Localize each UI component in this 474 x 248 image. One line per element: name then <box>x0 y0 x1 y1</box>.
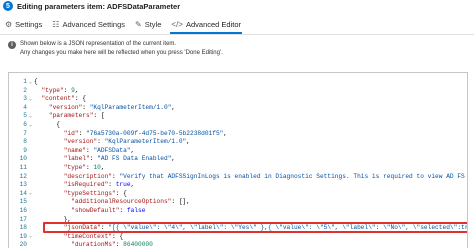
line-number: 13 <box>19 181 27 189</box>
sliders-icon: ☷ <box>52 19 60 29</box>
info-icon: i <box>8 41 16 49</box>
tab-bar: ⚙ Settings ☷ Advanced Settings ✎ Style <… <box>0 14 474 34</box>
tab-advanced-settings[interactable]: ☷ Advanced Settings <box>47 15 130 33</box>
line-number: 6 <box>23 121 27 128</box>
line-number: 20 <box>19 241 27 248</box>
code-text: "isRequired": true, <box>63 181 135 189</box>
tab-settings[interactable]: ⚙ Settings <box>0 15 47 33</box>
line-number: 14 <box>19 189 27 197</box>
code-text: "label": "AD FS Data Enabled", <box>63 155 176 163</box>
info-message: i Shown below is a JSON representation o… <box>8 40 468 64</box>
code-text: "name": "ADFSData", <box>63 146 135 154</box>
line-number: 7 <box>23 129 27 137</box>
code-text: "type": 10, <box>63 164 105 171</box>
line-number: 3 <box>23 95 27 103</box>
code-text: "showDefault": false <box>71 207 146 214</box>
code-text: "id": "76a5730a-009f-4d75-be70-5b2238d01… <box>63 129 228 137</box>
code-text: "content": { <box>41 95 86 103</box>
tab-divider <box>0 34 474 35</box>
fold-chevron-icon[interactable]: ⌄ <box>27 79 34 85</box>
line-number: 4 <box>23 103 27 111</box>
code-text: "type": 9, <box>41 86 79 94</box>
gear-icon: ⚙ <box>5 19 13 29</box>
line-number: 8 <box>23 138 27 146</box>
info-line-2: Any changes you make here will be reflec… <box>20 49 223 56</box>
step-badge: 5 <box>3 1 13 11</box>
code-text: "durationMs": 86400000 <box>71 241 153 248</box>
fold-chevron-icon[interactable]: ⌄ <box>27 233 34 239</box>
code-icon: </> <box>171 19 183 29</box>
fold-chevron-icon[interactable]: ⌄ <box>27 96 34 102</box>
title-bar: 5 Editing parameters item: ADFSDataParam… <box>0 0 474 12</box>
line-number: 9 <box>23 146 27 154</box>
tab-label: Advanced Settings <box>62 19 125 29</box>
code-text: { <box>34 121 60 128</box>
fold-chevron-icon[interactable]: ⌄ <box>27 190 34 196</box>
code-text: "jsonData": "[{ \"value\": \"4\", \"labe… <box>63 224 468 232</box>
tab-advanced-editor[interactable]: </> Advanced Editor <box>166 15 246 34</box>
code-text: }, <box>34 215 72 223</box>
code-text: "typeSettings": { <box>63 189 127 197</box>
tab-label: Advanced Editor <box>185 19 242 29</box>
brush-icon: ✎ <box>135 19 142 29</box>
code-text: "timeContext": { <box>63 232 124 240</box>
fold-chevron-icon[interactable]: ⌄ <box>27 122 34 128</box>
line-number: 15 <box>19 198 27 206</box>
line-number: 19 <box>19 232 27 240</box>
line-number: 10 <box>19 155 27 163</box>
line-number: 11 <box>19 164 27 171</box>
info-line-1: Shown below is a JSON representation of … <box>20 41 177 47</box>
code-text: "additionalResourceOptions": [], <box>71 198 190 206</box>
line-number: 12 <box>19 172 27 180</box>
tab-label: Settings <box>15 19 43 29</box>
code-text: "version": "KqlParameterItem/1.0", <box>63 138 190 146</box>
code-text: { <box>34 78 38 85</box>
code-text: "parameters": [ <box>48 112 105 120</box>
tab-style[interactable]: ✎ Style <box>130 15 166 33</box>
fold-chevron-icon[interactable]: ⌄ <box>27 113 34 119</box>
code-line[interactable]: 20 "durationMs": 86400000 <box>9 240 467 248</box>
json-editor[interactable]: 1 ⌄{2 "type": 9, 3 ⌄ "content": {4 "version… <box>8 72 468 248</box>
line-number: 17 <box>19 215 27 223</box>
line-number: 1 <box>23 78 27 85</box>
page-title: Editing parameters item: ADFSDataParamet… <box>17 1 181 11</box>
code-text: "description": "Verify that ADFSSignInLo… <box>63 172 468 180</box>
line-number: 16 <box>19 207 27 214</box>
line-number: 18 <box>19 224 27 232</box>
line-number: 2 <box>23 86 27 94</box>
line-number: 5 <box>23 112 27 120</box>
code-text: "version": "KqlParameterItem/1.0", <box>48 103 176 111</box>
tab-label: Style <box>144 19 162 29</box>
